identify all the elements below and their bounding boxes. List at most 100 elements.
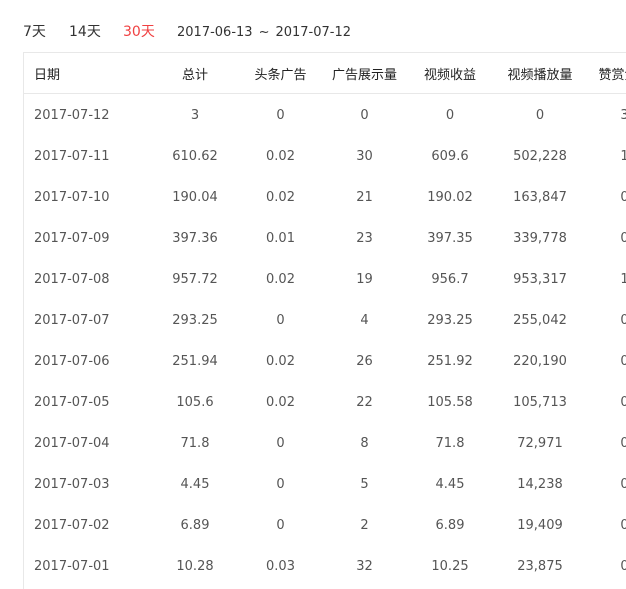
cell-total: 6.89	[180, 518, 210, 533]
cell-video-plays: 14,238	[517, 477, 563, 492]
cell-date: 2017-07-03	[34, 477, 110, 492]
cell-total: 957.72	[172, 272, 218, 287]
table-row: 2017-07-10 190.04 0.02 21 190.02 163,847 0	[24, 177, 626, 218]
cell-date: 2017-07-12	[34, 107, 110, 123]
cell-video-plays: 339,778	[513, 231, 567, 246]
cell-video-plays: 0	[535, 107, 545, 123]
cell-toutiao-ads: 0	[276, 107, 285, 123]
cell-ad-impressions: 23	[356, 231, 373, 246]
cell-video-plays: 105,713	[513, 395, 567, 410]
table-row: 2017-07-09 397.36 0.01 23 397.35 339,778 0	[24, 218, 626, 259]
cell-video-revenue: 71.8	[435, 436, 465, 451]
column-header-date: 日期	[24, 53, 153, 94]
cell-video-plays: 72,971	[517, 436, 563, 451]
cell-total: 190.04	[172, 190, 218, 205]
cell-toutiao-ads: 0	[276, 436, 285, 451]
cell-total: 105.6	[176, 395, 214, 410]
table-row: 2017-07-06 251.94 0.02 26 251.92 220,190 0	[24, 341, 626, 382]
range-tab-30-days[interactable]: 30天	[123, 23, 155, 41]
cell-date: 2017-07-05	[34, 395, 110, 410]
cell-video-plays: 953,317	[513, 272, 567, 287]
cell-date: 2017-07-10	[34, 190, 110, 205]
cell-video-plays: 163,847	[513, 190, 567, 205]
cell-ad-impressions: 21	[356, 190, 373, 205]
cell-date: 2017-07-07	[34, 313, 110, 328]
cell-video-revenue: 293.25	[427, 313, 473, 328]
column-header-tip-amount: 赞赏金额	[585, 53, 626, 94]
cell-video-revenue: 105.58	[427, 395, 473, 410]
cell-date: 2017-07-09	[34, 231, 110, 246]
cell-toutiao-ads: 0.02	[266, 149, 295, 164]
cell-tip-amount: 0	[585, 341, 626, 382]
cell-date: 2017-07-06	[34, 354, 110, 369]
cell-ad-impressions: 5	[360, 477, 369, 492]
cell-toutiao-ads: 0.02	[266, 190, 295, 205]
cell-date: 2017-07-01	[34, 559, 110, 574]
revenue-table: 日期 总计 头条广告 广告展示量 视频收益 视频播放量 赞赏金额 2017-07…	[24, 53, 626, 587]
cell-date: 2017-07-04	[34, 436, 110, 451]
cell-video-plays: 502,228	[513, 149, 567, 164]
cell-tip-amount: 3	[585, 94, 626, 137]
date-range-picker[interactable]: 2017-06-13 ~2017-07-12	[177, 24, 351, 42]
cell-ad-impressions: 26	[356, 354, 373, 369]
cell-video-revenue: 0	[445, 107, 455, 123]
cell-video-plays: 255,042	[513, 313, 567, 328]
cell-tip-amount: 0	[585, 218, 626, 259]
cell-toutiao-ads: 0.02	[266, 395, 295, 410]
cell-total: 71.8	[180, 436, 210, 451]
cell-toutiao-ads: 0.01	[266, 231, 295, 246]
table-row: 2017-07-12 3 0 0 0 0 3	[24, 94, 626, 137]
column-header-toutiao-ads: 头条广告	[237, 53, 324, 94]
column-header-video-revenue: 视频收益	[405, 53, 495, 94]
cell-tip-amount: 1	[585, 136, 626, 177]
cell-ad-impressions: 0	[360, 107, 369, 123]
column-header-ad-impressions: 广告展示量	[324, 53, 405, 94]
cell-total: 397.36	[172, 231, 218, 246]
table-header-row: 日期 总计 头条广告 广告展示量 视频收益 视频播放量 赞赏金额	[24, 53, 626, 94]
cell-date: 2017-07-02	[34, 518, 110, 533]
cell-ad-impressions: 4	[360, 313, 369, 328]
cell-ad-impressions: 30	[356, 149, 373, 164]
cell-video-revenue: 251.92	[427, 354, 473, 369]
cell-ad-impressions: 19	[356, 272, 373, 287]
cell-total: 610.62	[172, 149, 218, 164]
date-range-bar: 7天 14天 30天 2017-06-13 ~2017-07-12	[0, 0, 626, 52]
cell-tip-amount: 0	[585, 382, 626, 423]
cell-ad-impressions: 8	[360, 436, 369, 451]
table-row: 2017-07-02 6.89 0 2 6.89 19,409 0	[24, 505, 626, 546]
table-row: 2017-07-01 10.28 0.03 32 10.25 23,875 0	[24, 546, 626, 587]
cell-total: 4.45	[180, 477, 210, 492]
cell-ad-impressions: 2	[360, 518, 369, 533]
column-header-video-plays: 视频播放量	[495, 53, 585, 94]
cell-tip-amount: 0	[585, 300, 626, 341]
cell-video-revenue: 6.89	[435, 518, 465, 533]
table-row: 2017-07-11 610.62 0.02 30 609.6 502,228 1	[24, 136, 626, 177]
cell-total: 293.25	[172, 313, 218, 328]
cell-video-revenue: 10.25	[431, 559, 469, 574]
cell-total: 3	[190, 107, 200, 123]
cell-toutiao-ads: 0.03	[266, 559, 295, 574]
date-range-end: 2017-07-12	[275, 25, 352, 40]
cell-video-revenue: 956.7	[431, 272, 469, 287]
cell-ad-impressions: 22	[356, 395, 373, 410]
cell-video-revenue: 609.6	[431, 149, 469, 164]
cell-toutiao-ads: 0	[276, 313, 285, 328]
cell-total: 10.28	[176, 559, 214, 574]
cell-ad-impressions: 32	[356, 559, 373, 574]
cell-toutiao-ads: 0	[276, 518, 285, 533]
cell-video-plays: 23,875	[517, 559, 563, 574]
cell-video-revenue: 397.35	[427, 231, 473, 246]
cell-tip-amount: 1	[585, 259, 626, 300]
table-row: 2017-07-03 4.45 0 5 4.45 14,238 0	[24, 464, 626, 505]
cell-toutiao-ads: 0.02	[266, 354, 295, 369]
cell-video-plays: 19,409	[517, 518, 563, 533]
column-header-total: 总计	[153, 53, 237, 94]
date-range-start: 2017-06-13	[177, 25, 253, 40]
cell-date: 2017-07-11	[34, 149, 110, 164]
range-tab-14-days[interactable]: 14天	[69, 23, 101, 41]
cell-toutiao-ads: 0	[276, 477, 285, 492]
cell-total: 251.94	[172, 354, 218, 369]
range-tab-7-days[interactable]: 7天	[23, 23, 46, 41]
cell-date: 2017-07-08	[34, 272, 110, 287]
table-row: 2017-07-08 957.72 0.02 19 956.7 953,317 1	[24, 259, 626, 300]
